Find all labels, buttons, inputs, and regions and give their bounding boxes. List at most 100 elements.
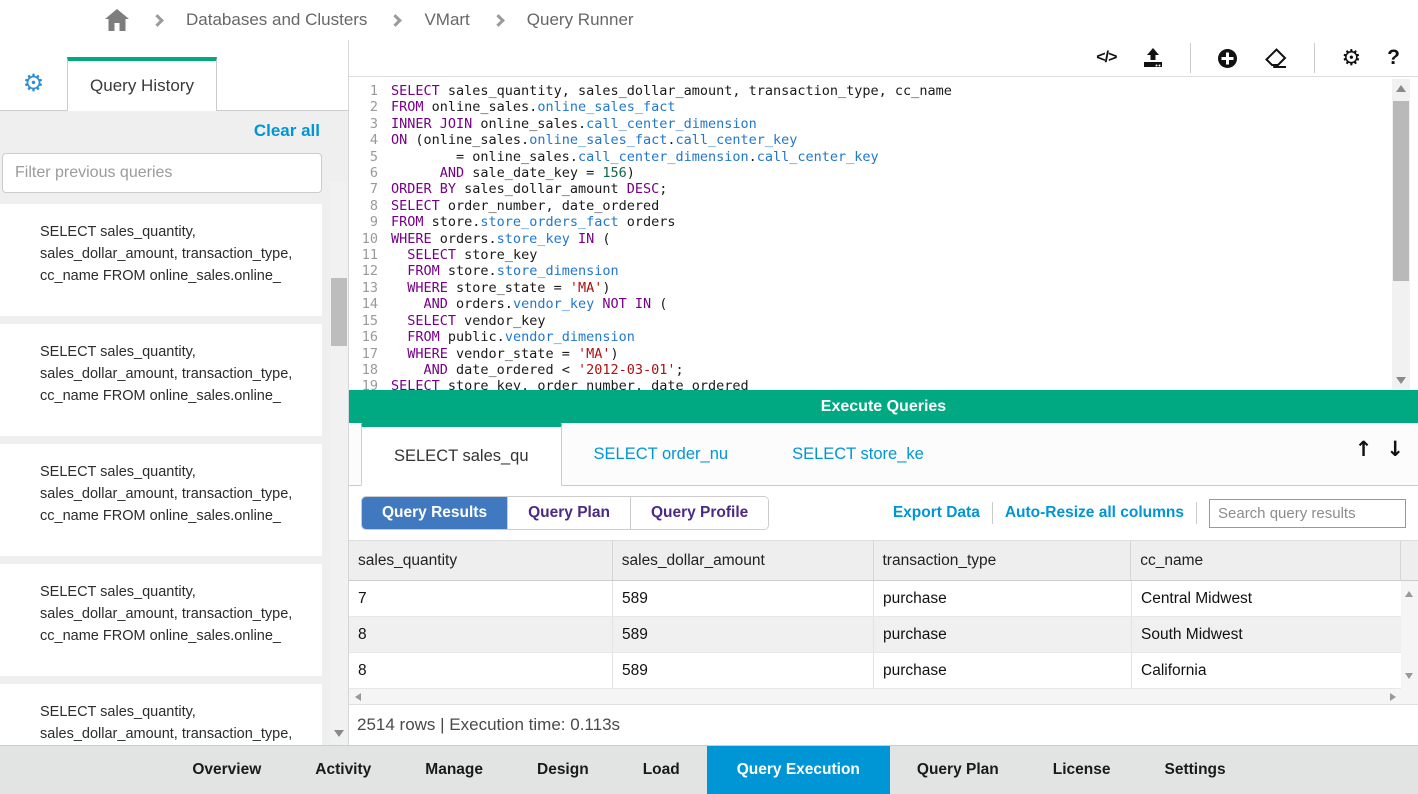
sidebar-scroll-down-icon[interactable] <box>334 730 344 737</box>
code-line: 16 FROM public.vendor_dimension <box>349 329 1418 345</box>
line-number: 2 <box>349 99 383 115</box>
nav-load[interactable]: Load <box>616 746 707 794</box>
breadcrumb-chevron-icon <box>151 14 164 27</box>
line-number: 18 <box>349 362 383 378</box>
sidebar-scrollbar[interactable] <box>330 182 348 745</box>
help-icon[interactable]: ? <box>1387 46 1400 70</box>
breadcrumb-databases-and-clusters[interactable]: Databases and Clusters <box>186 10 367 30</box>
clear-editor-eraser-icon[interactable] <box>1264 48 1288 68</box>
query-history-item[interactable]: SELECT sales_quantity, sales_dollar_amou… <box>0 204 322 316</box>
column-header-cc_name[interactable]: cc_name <box>1131 541 1401 580</box>
breadcrumb-chevron-icon <box>390 14 403 27</box>
clear-all-link[interactable]: Clear all <box>254 121 320 141</box>
sql-editor[interactable]: 1SELECT sales_quantity, sales_dollar_amo… <box>349 77 1418 390</box>
table-cell: California <box>1132 653 1402 688</box>
table-cell: 589 <box>613 581 874 616</box>
line-number: 5 <box>349 149 383 165</box>
code-line: 3INNER JOIN online_sales.call_center_dim… <box>349 116 1418 132</box>
line-number: 1 <box>349 83 383 99</box>
home-icon[interactable] <box>105 9 129 31</box>
results-table-rows-container: 7589purchaseCentral Midwest8589purchaseS… <box>349 581 1418 689</box>
line-number: 7 <box>349 181 383 197</box>
code-line: 14 AND orders.vendor_key NOT IN ( <box>349 296 1418 312</box>
table-row[interactable]: 8589purchaseCalifornia <box>349 653 1418 689</box>
nav-license[interactable]: License <box>1026 746 1138 794</box>
expand-up-arrow-icon[interactable]: ↑ <box>1355 437 1373 461</box>
query-history-item[interactable]: SELECT sales_quantity, sales_dollar_amou… <box>0 684 322 745</box>
sidebar-scrollbar-thumb[interactable] <box>331 278 347 346</box>
tab-query-profile[interactable]: Query Profile <box>631 497 768 529</box>
filter-queries-input[interactable] <box>2 153 322 193</box>
execute-queries-button[interactable]: Execute Queries <box>349 390 1418 423</box>
code-line: 9FROM store.store_orders_fact orders <box>349 214 1418 230</box>
auto-resize-columns-link[interactable]: Auto-Resize all columns <box>1005 504 1184 522</box>
links-separator <box>992 502 993 524</box>
add-query-icon[interactable] <box>1217 48 1238 69</box>
code-line: 7ORDER BY sales_dollar_amount DESC; <box>349 181 1418 197</box>
nav-activity[interactable]: Activity <box>288 746 398 794</box>
query-history-item[interactable]: SELECT sales_quantity, sales_dollar_amou… <box>0 564 322 676</box>
query-history-item[interactable]: SELECT sales_quantity, sales_dollar_amou… <box>0 444 322 556</box>
table-scroll-right-icon[interactable] <box>1390 693 1396 701</box>
result-tab-select-sales[interactable]: SELECT sales_qu <box>361 423 562 486</box>
breadcrumb: Databases and Clusters VMart Query Runne… <box>0 0 1418 40</box>
nav-design[interactable]: Design <box>510 746 616 794</box>
result-tab-select-store[interactable]: SELECT store_ke <box>760 423 956 485</box>
query-history-item[interactable]: SELECT sales_quantity, sales_dollar_amou… <box>0 324 322 436</box>
table-scroll-up-icon[interactable] <box>1405 591 1413 597</box>
query-history-sidebar: ⚙ Query History Clear all SELECT sales_q… <box>0 40 348 745</box>
tab-query-results[interactable]: Query Results <box>362 497 508 529</box>
column-header-sales_quantity[interactable]: sales_quantity <box>349 541 613 580</box>
editor-scrollbar-thumb[interactable] <box>1393 101 1409 281</box>
bottom-nav: OverviewActivityManageDesignLoadQuery Ex… <box>0 745 1418 794</box>
nav-query-execution[interactable]: Query Execution <box>707 746 890 794</box>
tab-query-plan[interactable]: Query Plan <box>508 497 631 529</box>
line-number: 10 <box>349 231 383 247</box>
editor-scroll-down-icon[interactable] <box>1396 377 1406 384</box>
line-number: 16 <box>349 329 383 345</box>
table-cell: purchase <box>874 617 1132 652</box>
nav-settings[interactable]: Settings <box>1137 746 1252 794</box>
breadcrumb-chevron-icon <box>492 14 505 27</box>
table-row[interactable]: 7589purchaseCentral Midwest <box>349 581 1418 617</box>
code-line: 13 WHERE store_state = 'MA') <box>349 280 1418 296</box>
search-results-input[interactable] <box>1209 499 1406 528</box>
code-line: 10WHERE orders.store_key IN ( <box>349 231 1418 247</box>
table-cell: 589 <box>613 653 874 688</box>
sidebar-settings-gear-icon[interactable]: ⚙ <box>0 57 67 110</box>
table-scroll-down-icon[interactable] <box>1405 673 1413 679</box>
result-tab-select-order[interactable]: SELECT order_nu <box>562 423 761 485</box>
code-line: 19SELECT store_key, order_number, date_o… <box>349 378 1418 390</box>
nav-overview[interactable]: Overview <box>165 746 288 794</box>
links-separator <box>1196 502 1197 524</box>
line-number: 4 <box>349 132 383 148</box>
table-vertical-scrollbar[interactable] <box>1401 581 1418 689</box>
code-line: 15 SELECT vendor_key <box>349 313 1418 329</box>
tab-query-history[interactable]: Query History <box>67 57 217 111</box>
column-header-sales_dollar_amount[interactable]: sales_dollar_amount <box>613 541 874 580</box>
column-header-transaction_type[interactable]: transaction_type <box>874 541 1132 580</box>
row-count-and-time: 2514 rows | Execution time: 0.113s <box>357 715 620 735</box>
upload-query-icon[interactable] <box>1142 48 1164 68</box>
format-code-icon[interactable]: </> <box>1096 49 1116 67</box>
nav-query-plan[interactable]: Query Plan <box>890 746 1026 794</box>
collapse-down-arrow-icon[interactable]: ↓ <box>1386 437 1404 461</box>
code-line: 4ON (online_sales.online_sales_fact.call… <box>349 132 1418 148</box>
table-cell: 8 <box>349 653 613 688</box>
export-data-link[interactable]: Export Data <box>893 504 980 522</box>
table-horizontal-scrollbar[interactable] <box>349 689 1418 705</box>
code-line: 6 AND sale_date_key = 156) <box>349 165 1418 181</box>
breadcrumb-vmart[interactable]: VMart <box>424 10 469 30</box>
line-number: 14 <box>349 296 383 312</box>
table-scroll-left-icon[interactable] <box>355 693 361 701</box>
line-number: 3 <box>349 116 383 132</box>
line-number: 19 <box>349 378 383 390</box>
editor-scroll-up-icon[interactable] <box>1396 85 1406 92</box>
editor-scrollbar[interactable] <box>1392 79 1410 390</box>
code-line: 2FROM online_sales.online_sales_fact <box>349 99 1418 115</box>
nav-manage[interactable]: Manage <box>398 746 510 794</box>
line-number: 8 <box>349 198 383 214</box>
code-line: 11 SELECT store_key <box>349 247 1418 263</box>
table-row[interactable]: 8589purchaseSouth Midwest <box>349 617 1418 653</box>
settings-gear-icon[interactable]: ⚙ <box>1341 47 1361 69</box>
